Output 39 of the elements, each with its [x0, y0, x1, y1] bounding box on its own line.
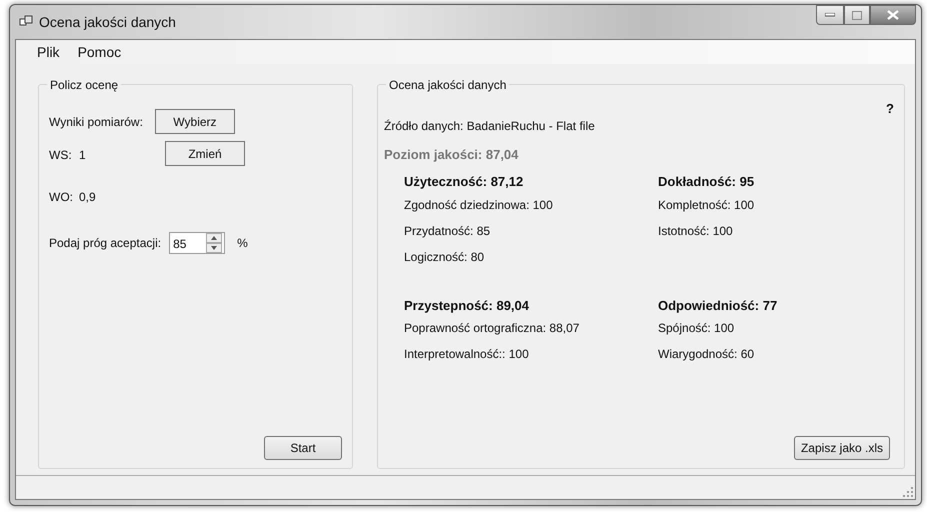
save-xls-button[interactable]: Zapisz jako .xls [794, 436, 890, 460]
number-spinner[interactable]: 85 [169, 232, 226, 254]
category-heading: Użyteczność: 87,12 [404, 173, 524, 191]
metric-text: Wiarygodność: 60 [658, 346, 756, 363]
minimize-icon [825, 13, 835, 17]
resize-grip-icon[interactable] [903, 487, 913, 497]
metric-text: Przydatność: 85 [404, 222, 492, 240]
change-button[interactable]: Zmień [165, 141, 245, 166]
metric-text: Zgodność dziedzinowa: 100 [404, 196, 554, 214]
field-label: WS: [49, 147, 73, 164]
menu-item[interactable]: Pomoc [68, 40, 130, 64]
category-heading: Przystepność: 89,04 [404, 296, 530, 315]
metric-text: Kompletność: 100 [658, 196, 756, 214]
maximize-button[interactable] [844, 5, 870, 25]
field-label: Wyniki pomiarów: [49, 114, 143, 130]
quality-level-text: Poziom jakości: 87,04 [384, 146, 520, 164]
field-value: 0,9 [79, 189, 96, 206]
metric-text: Spójność: 100 [658, 320, 736, 337]
category-heading: Odpowiedniość: 77 [658, 296, 778, 315]
metric-text: Poprawność ortograficzna: 88,07 [404, 320, 580, 337]
minimize-button[interactable] [816, 5, 844, 25]
field-label: WO: [49, 189, 74, 206]
category-heading: Dokładność: 95 [658, 173, 756, 191]
spinner-arrows-icon [206, 233, 222, 253]
data-source-text: Źródło danych: BadanieRuchu - Flat file [384, 118, 596, 134]
choose-button[interactable]: Wybierz [154, 109, 235, 134]
metric-text: Istotność: 100 [658, 222, 734, 240]
menu-item[interactable]: Plik [28, 40, 69, 64]
field-value: 1 [79, 147, 87, 164]
window-title: Ocena jakości danych [39, 12, 176, 32]
help-mark[interactable]: ? [886, 99, 894, 118]
start-button[interactable]: Start [264, 436, 342, 460]
close-button[interactable] [870, 5, 916, 25]
unit-label: % [237, 235, 248, 252]
metric-text: Interpretowalność:: 100 [404, 346, 530, 363]
field-label: Podaj próg aceptacji: [49, 235, 162, 252]
close-icon [887, 10, 899, 20]
metric-text: Logiczność: 80 [404, 248, 486, 266]
maximize-icon [852, 10, 862, 20]
